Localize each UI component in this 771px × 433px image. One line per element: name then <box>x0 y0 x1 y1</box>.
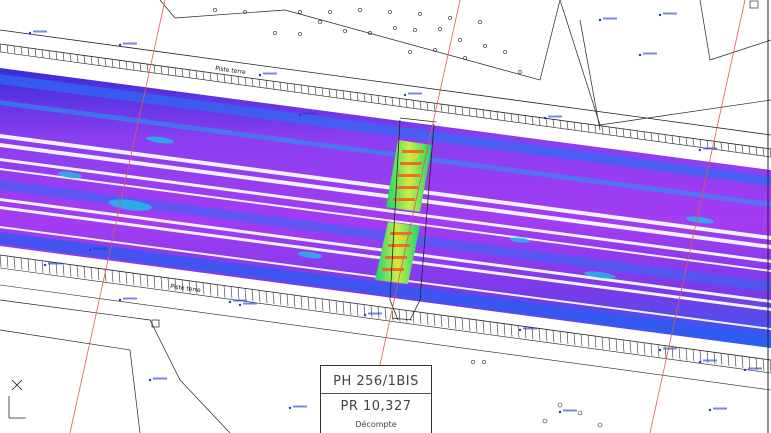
survey-point <box>28 31 32 35</box>
survey-point-tag <box>523 327 537 330</box>
survey-point <box>598 18 602 22</box>
survey-point <box>708 408 712 412</box>
survey-point <box>88 248 92 252</box>
map-viewport[interactable]: Piste terre Piste terre PH 256/1BIS PR 1… <box>0 0 771 433</box>
survey-point <box>743 368 747 372</box>
survey-point-tag <box>293 405 307 408</box>
survey-point-tag <box>703 359 717 362</box>
survey-point-tag <box>703 147 717 150</box>
survey-point <box>118 43 122 47</box>
survey-point-tag <box>563 409 577 412</box>
scan-band <box>0 68 771 348</box>
survey-point <box>148 378 152 382</box>
survey-point <box>658 13 662 17</box>
survey-point-tag <box>243 302 257 305</box>
survey-point <box>118 298 122 302</box>
survey-point <box>228 300 232 304</box>
survey-point <box>543 116 547 120</box>
direction-label: Décompte <box>355 420 397 429</box>
survey-point-tag <box>263 72 277 75</box>
survey-point-tag <box>93 247 107 250</box>
survey-point <box>698 360 702 364</box>
survey-point-tag <box>48 262 62 265</box>
frame-corner-icon <box>749 0 759 9</box>
survey-point-tag <box>663 12 677 15</box>
survey-point <box>258 73 262 77</box>
survey-point <box>363 313 367 317</box>
survey-point <box>298 113 302 117</box>
survey-point-tag <box>643 52 657 55</box>
survey-point <box>43 263 47 267</box>
survey-point-tag <box>368 312 382 315</box>
crossing-id-label: PH 256/1BIS <box>333 374 419 389</box>
survey-point-tag <box>713 407 727 410</box>
title-divider <box>321 393 431 394</box>
survey-point-tag <box>33 30 47 33</box>
survey-point-tag <box>663 347 677 350</box>
track-label-bottom: Piste terre <box>170 283 202 294</box>
survey-point <box>403 93 407 97</box>
crossing-title-block: PH 256/1BIS PR 10,327 Décompte <box>320 365 432 433</box>
survey-point-tag <box>548 115 562 118</box>
survey-point <box>558 410 562 414</box>
survey-point <box>638 53 642 57</box>
survey-point-tag <box>153 377 167 380</box>
kilometer-point-label: PR 10,327 <box>340 399 412 414</box>
survey-point-tag <box>603 17 617 20</box>
track-label-top: Piste terre <box>215 65 247 76</box>
survey-point-tag <box>123 42 137 45</box>
survey-point-tag <box>408 92 422 95</box>
survey-point <box>518 328 522 332</box>
survey-point <box>698 148 702 152</box>
survey-point-tag <box>748 367 762 370</box>
survey-point-tag <box>123 297 137 300</box>
survey-point <box>238 303 242 307</box>
survey-point-tag <box>303 112 317 115</box>
survey-point <box>658 348 662 352</box>
survey-point-tag <box>233 299 247 302</box>
survey-point <box>288 406 292 410</box>
